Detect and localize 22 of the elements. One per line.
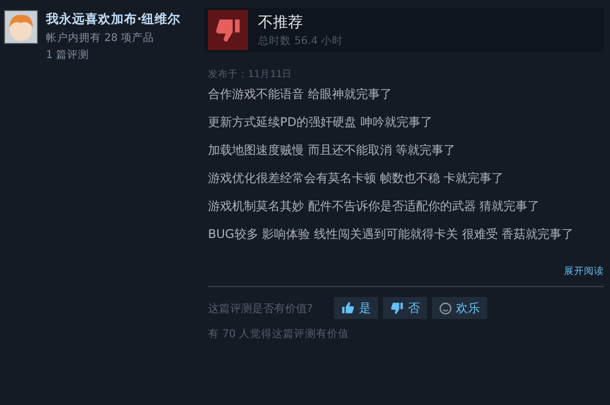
yes-button[interactable]: 是 [334,297,378,319]
thumbs-up-icon [340,301,355,315]
review-paragraph: 合作游戏不能语音 给眼神就完事了 [208,87,393,102]
expand-link[interactable]: 展开阅读 [564,265,604,278]
product-count: 帐户内拥有 28 项产品 [46,31,156,45]
helpful-question: 这篇评测是否有价值? [208,300,313,316]
funny-button[interactable]: 欢乐 [432,297,487,319]
review-paragraph: 加载地图速度贼慢 而且还不能取消 等就完事了 [208,143,457,158]
review-paragraph: 游戏优化很差经常会有莫名卡顿 帧数也不稳 卡就完事了 [208,171,505,186]
helpful-count: 有 70 人觉得这篇评测有价值 [208,327,350,341]
review-paragraph: 游戏机制莫名其妙 配件不告诉你是否适配你的武器 猜就完事了 [208,199,541,214]
posted-date: 发布于：11月11日 [208,68,294,81]
thumbs-down-icon [390,301,404,315]
smiley-icon [438,302,452,314]
review-paragraph: 更新方式延续PD的强奸硬盘 呻吟就完事了 [208,115,434,130]
playtime: 总时数 56.4 小时 [258,34,344,48]
verdict-title: 不推荐 [258,12,304,32]
review-count: 1 篇评测 [46,48,90,62]
review-paragraph: BUG较多 影响体验 线性闯关遇到可能就得卡关 很难受 香菇就完事了 [208,227,575,242]
no-button[interactable]: 否 [382,297,427,319]
author-name[interactable]: 我永远喜欢加布·纽维尔 [46,11,181,28]
avatar-icon [4,10,38,44]
